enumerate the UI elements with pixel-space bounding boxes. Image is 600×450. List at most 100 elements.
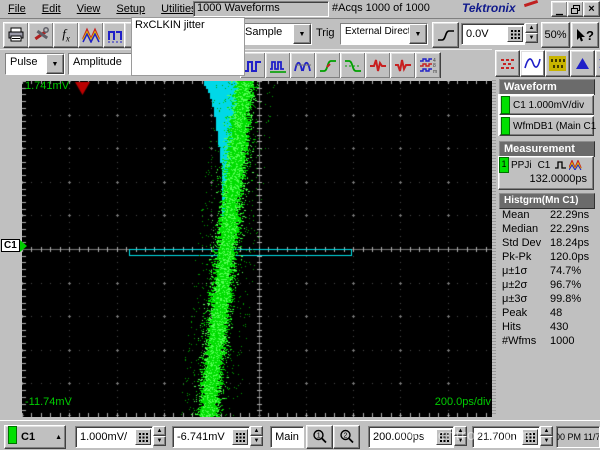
measure-category-select[interactable]: Pulse ▼ [5,53,65,75]
timing-set-button[interactable]: 4 8 m [415,52,441,79]
pos-glitch-button[interactable] [365,52,391,79]
horizontal-position-spinner[interactable]: ▲ ▼ [540,426,553,446]
trigger-level-field[interactable]: 0.0V [461,23,525,45]
zoom2-button[interactable]: 2 [333,425,360,449]
menu-item-setup[interactable]: Setup [108,2,153,17]
yellow-persistence-icon [549,56,566,71]
horizontal-scale-field[interactable]: 200.000ps [368,426,454,448]
waveform-item-wfmdb1[interactable]: WfmDB1 (Main C1 [499,116,594,136]
vector-display-button[interactable] [520,50,545,77]
keypad-button[interactable] [135,429,151,445]
acquisition-mode-value: Sample [241,24,293,44]
waveform-count-box: 1000 Waveforms [193,1,329,17]
context-help-button[interactable]: ? [571,22,599,48]
chevron-down-icon[interactable]: ▼ [293,24,311,44]
vertical-offset-spinner[interactable]: ▲ ▼ [250,426,263,446]
minimize-button[interactable]: ▁ [551,1,568,17]
control-sidebar: Waveform C1 1.000mV/div WfmDB1 (Main C1 … [492,48,600,420]
spin-up-icon[interactable]: ▲ [525,23,538,33]
square-wave-icon [244,58,262,73]
spin-up-icon[interactable]: ▲ [454,426,467,436]
freq-measure-button[interactable] [265,52,291,79]
menu-item-view[interactable]: View [69,2,109,17]
spin-down-icon[interactable]: ▼ [454,436,467,446]
svg-text:1: 1 [316,433,320,440]
stat-label: Pk-Pk [502,251,550,265]
restore-button[interactable] [567,1,584,17]
tektronix-logo-accent [524,0,538,7]
chevron-down-icon[interactable]: ▼ [46,54,64,74]
math-button[interactable]: fx [53,22,79,48]
measurement-name: PPJi [511,160,532,171]
stat-value: 430 [550,321,568,335]
stat-value: 18.24ps [550,237,589,251]
infinite-persist-button[interactable] [545,50,570,77]
trigger-slope-button[interactable] [432,22,459,48]
stat-label: #Wfms [502,335,550,349]
acquisition-mode-select[interactable]: Sample ▼ [240,23,312,45]
trigger-source-value: External Direct [341,24,409,44]
stat-row: Pk-Pk120.0ps [496,251,596,265]
vertical-scale-value: 1.000mV/ [76,431,135,443]
stat-row: #Wfms1000 [496,335,596,349]
vertical-offset-value: -6.741mV [173,431,232,443]
keypad-button[interactable] [522,429,538,445]
channel-marker[interactable]: C1 [1,239,27,252]
spin-up-icon[interactable]: ▲ [540,426,553,436]
eye-diagram-button[interactable] [595,50,600,77]
fall-time-button[interactable] [340,52,366,79]
close-button[interactable]: × [583,1,600,17]
vertical-offset-field[interactable]: -6.741mV [172,426,250,448]
stat-value: 99.8% [550,293,581,307]
setup-tools-button[interactable] [28,22,54,48]
channel-marker-label: C1 [1,239,20,252]
stat-row: μ±3σ99.8% [496,293,596,307]
menu-bar: FileEditViewSetupUtilitiesHelp 1000 Wave… [0,0,600,19]
spin-up-icon[interactable]: ▲ [153,426,166,436]
minimize-icon: ▁ [556,5,563,16]
print-button[interactable] [3,22,29,48]
waveform-count-label: 1000 Waveforms [197,2,280,14]
oscilloscope-application-window: FileEditViewSetupUtilitiesHelp 1000 Wave… [0,0,600,450]
channel-select-button[interactable]: C1 ▲ [4,425,66,449]
spin-down-icon[interactable]: ▼ [153,436,166,446]
histogram-stats: Mean22.29nsMedian22.29nsStd Dev18.24psPk… [496,209,596,349]
cycle-measure-button[interactable] [290,52,316,79]
keypad-button[interactable] [232,429,248,445]
spin-down-icon[interactable]: ▼ [540,436,553,446]
stat-row: Std Dev18.24ps [496,237,596,251]
measurement-item[interactable]: 1 PPJi C1 132.0000ps [498,156,594,190]
intensity-percent-button[interactable]: 50% [541,22,570,48]
neg-glitch-button[interactable] [390,52,416,79]
waveform-item-c1[interactable]: C1 1.000mV/div [499,95,594,115]
keypad-icon [139,433,148,442]
magnifier-1-icon: 1 [312,429,328,445]
keypad-button[interactable] [436,429,452,445]
spin-down-icon[interactable]: ▼ [525,33,538,43]
stat-label: Hits [502,321,550,335]
vertical-scale-field[interactable]: 1.000mV/ [75,426,153,448]
rise-time-button[interactable] [315,52,341,79]
spin-up-icon[interactable]: ▲ [250,426,263,436]
sampling-display-button[interactable] [495,50,520,77]
chevron-down-icon[interactable]: ▼ [409,24,427,44]
keypad-icon [511,30,520,39]
channel-color-bar [501,117,510,135]
stat-row: Median22.29ns [496,223,596,237]
menu-item-file[interactable]: File [0,2,34,17]
red-glitch-icon [369,58,387,73]
horizontal-position-field[interactable]: 21.700n [472,426,540,448]
stat-value: 120.0ps [550,251,589,265]
menu-item-edit[interactable]: Edit [34,2,69,17]
trigger-level-spinner[interactable]: ▲ ▼ [525,23,538,43]
zoom1-button[interactable]: 1 [306,425,333,449]
scope-display[interactable] [22,81,495,417]
horizontal-scale-spinner[interactable]: ▲ ▼ [454,426,467,446]
spin-down-icon[interactable]: ▼ [250,436,263,446]
histogram-display-button[interactable] [570,50,595,77]
keypad-button[interactable] [507,26,523,42]
top-voltage-label: 1.741mV [25,80,69,92]
vertical-scale-spinner[interactable]: ▲ ▼ [153,426,166,446]
trigger-source-select[interactable]: External Direct ▼ [340,23,428,45]
waveform-display-button[interactable] [78,22,104,48]
